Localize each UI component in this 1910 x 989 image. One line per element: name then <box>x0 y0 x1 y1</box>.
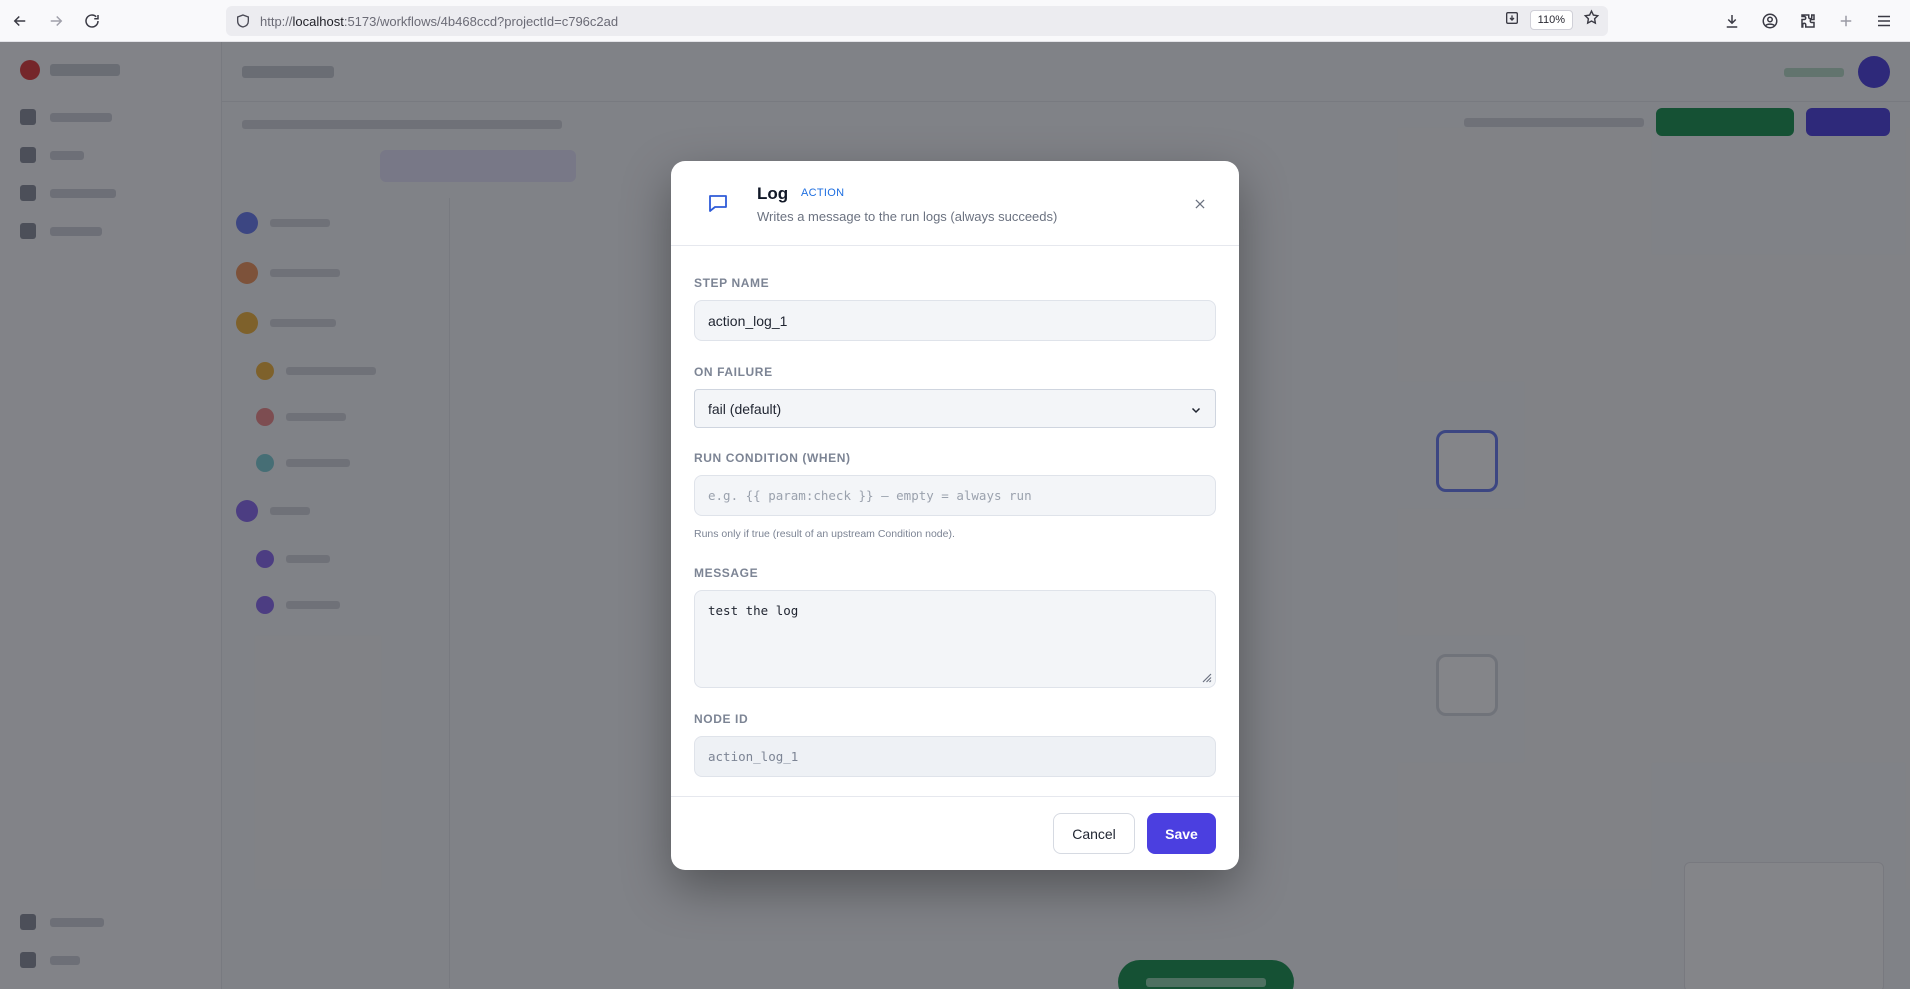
step-name-input[interactable] <box>694 300 1216 341</box>
close-icon[interactable] <box>1188 192 1212 216</box>
resize-handle-icon[interactable] <box>1200 670 1212 683</box>
chevron-down-icon <box>1190 403 1202 415</box>
save-button[interactable]: Save <box>1147 813 1216 854</box>
node-id-field <box>694 736 1216 777</box>
bookmark-star-icon[interactable] <box>1583 9 1600 31</box>
downloads-icon[interactable] <box>1714 3 1750 39</box>
browser-toolbar: http://localhost:5173/workflows/4b468ccd… <box>0 0 1910 42</box>
new-tab-icon[interactable] <box>1828 3 1864 39</box>
dialog-footer: Cancel Save <box>671 796 1239 870</box>
save-page-icon[interactable] <box>1504 10 1520 31</box>
extensions-icon[interactable] <box>1790 3 1826 39</box>
shield-icon <box>226 13 260 29</box>
account-icon[interactable] <box>1752 3 1788 39</box>
browser-actions <box>1714 3 1902 39</box>
dialog-title: Log <box>757 184 789 203</box>
dialog-subtitle: Writes a message to the run logs (always… <box>757 209 1058 224</box>
reload-icon[interactable] <box>74 3 110 39</box>
on-failure-selected-value: fail (default) <box>708 400 782 417</box>
forward-icon[interactable] <box>38 3 74 39</box>
step-name-label: STEP NAME <box>694 276 770 290</box>
cancel-button[interactable]: Cancel <box>1053 813 1135 854</box>
back-icon[interactable] <box>2 3 38 39</box>
dialog-header: Log ACTION Writes a message to the run l… <box>671 161 1239 246</box>
node-config-dialog: Log ACTION Writes a message to the run l… <box>671 161 1239 870</box>
node-id-label: NODE ID <box>694 712 749 726</box>
run-condition-input[interactable] <box>694 475 1216 516</box>
on-failure-select[interactable]: fail (default) <box>694 389 1216 428</box>
message-label: MESSAGE <box>694 566 759 580</box>
run-condition-hint: Runs only if true (result of an upstream… <box>694 528 955 540</box>
run-condition-label: RUN CONDITION (WHEN) <box>694 451 851 465</box>
menu-icon[interactable] <box>1866 3 1902 39</box>
on-failure-label: ON FAILURE <box>694 365 773 379</box>
address-bar[interactable]: http://localhost:5173/workflows/4b468ccd… <box>226 6 1608 36</box>
message-square-icon <box>706 191 730 215</box>
node-type-badge: ACTION <box>801 187 845 199</box>
url-text: http://localhost:5173/workflows/4b468ccd… <box>260 13 619 29</box>
zoom-level[interactable]: 110% <box>1529 10 1573 30</box>
message-textarea[interactable]: test the log <box>694 590 1216 688</box>
